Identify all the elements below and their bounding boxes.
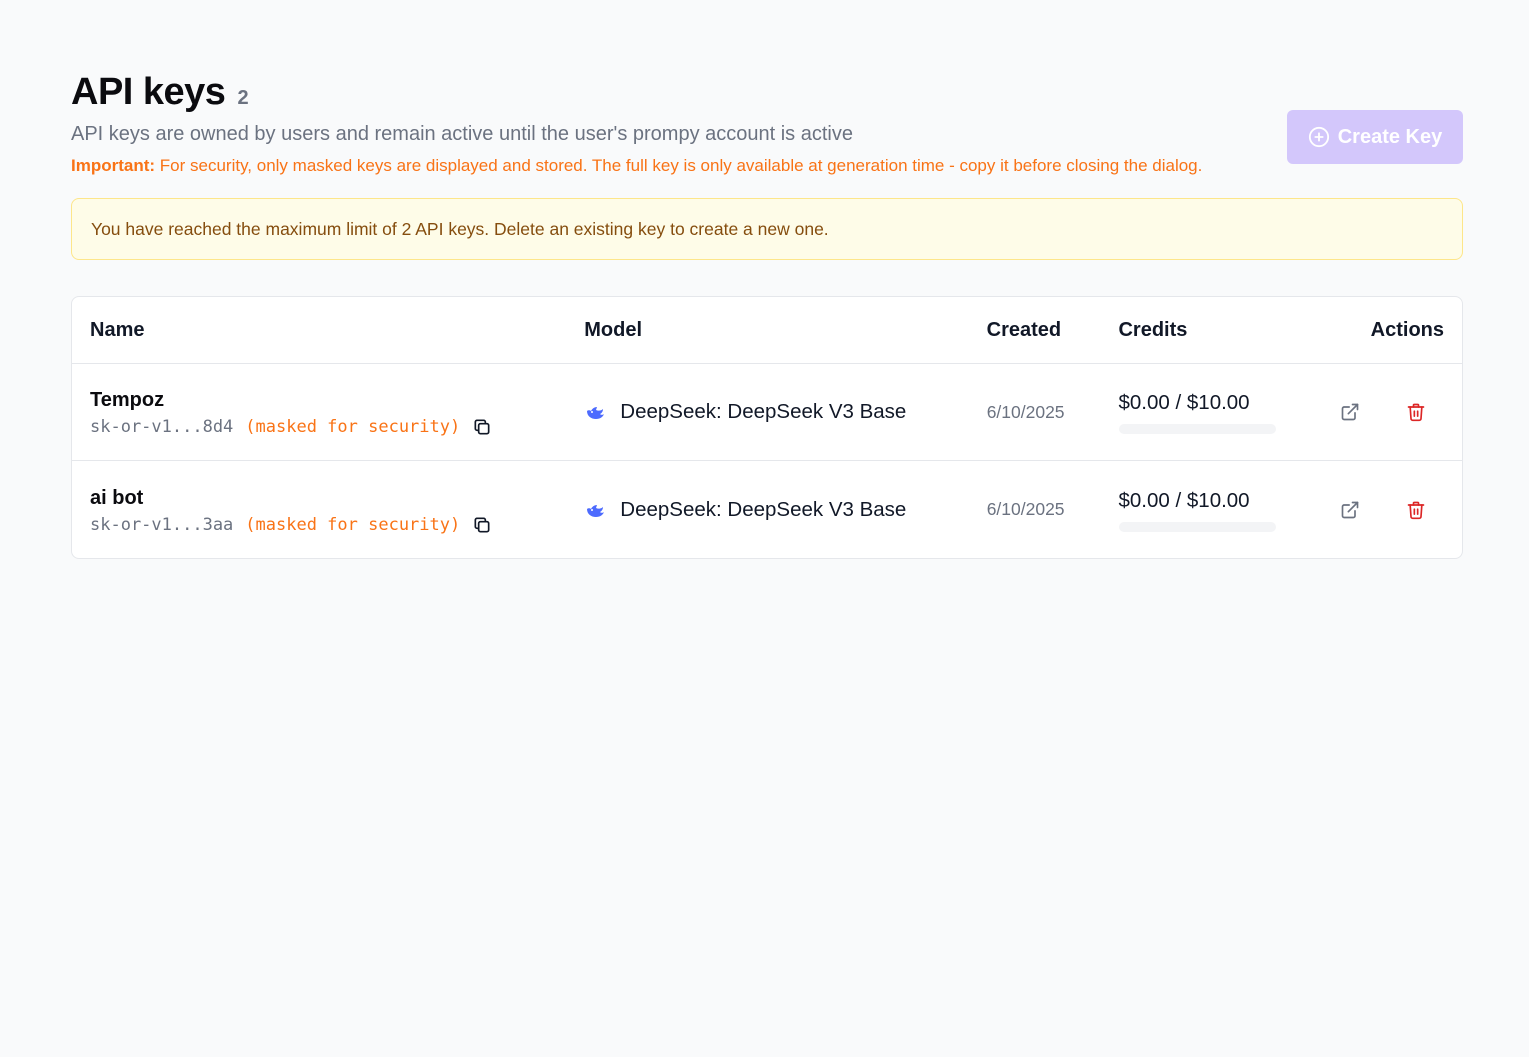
limit-alert-text: You have reached the maximum limit of 2 … (91, 218, 829, 239)
security-notice-text: For security, only masked keys are displ… (155, 156, 1203, 175)
title-row: API keys 2 (71, 70, 1261, 114)
row-actions (1330, 500, 1462, 520)
api-keys-table: Name Model Created Credits Actions Tempo… (71, 296, 1463, 559)
column-header-credits: Credits (1118, 318, 1188, 341)
column-header-model: Model (584, 318, 643, 341)
page-subtitle: API keys are owned by users and remain a… (71, 123, 853, 145)
credits-value: $0.00 / $10.00 (1118, 391, 1250, 414)
page-header: API keys 2 API keys are owned by users a… (71, 70, 1463, 178)
trash-icon[interactable] (1406, 402, 1426, 422)
column-header-name: Name (90, 318, 145, 341)
security-notice: Important: For security, only masked key… (71, 154, 1261, 178)
credits-cell: $0.00 / $10.00 (1118, 488, 1331, 532)
table-row: ai bot sk-or-v1...3aa (masked for securi… (72, 461, 1462, 558)
copy-icon[interactable] (472, 515, 492, 535)
created-cell: 6/10/2025 (987, 402, 1119, 423)
row-actions (1330, 402, 1462, 422)
key-masked-note: (masked for security) (245, 514, 461, 535)
plus-circle-icon (1308, 126, 1330, 148)
created-cell: 6/10/2025 (987, 499, 1119, 520)
credits-progress-bar (1118, 521, 1276, 532)
external-link-icon[interactable] (1340, 402, 1360, 422)
model-label: DeepSeek: DeepSeek V3 Base (584, 498, 986, 522)
key-name: ai bot (90, 486, 144, 509)
key-name-cell: ai bot sk-or-v1...3aa (masked for securi… (72, 485, 584, 535)
key-name: Tempoz (90, 389, 165, 411)
created-date: 6/10/2025 (986, 499, 1065, 519)
api-keys-page: API keys 2 API keys are owned by users a… (71, 70, 1463, 559)
key-count-badge: 2 (237, 87, 249, 109)
model-name: DeepSeek: DeepSeek V3 Base (620, 400, 907, 423)
credits-cell: $0.00 / $10.00 (1118, 390, 1331, 434)
create-key-button[interactable]: Create Key (1287, 110, 1463, 164)
limit-alert: You have reached the maximum limit of 2 … (71, 198, 1463, 260)
key-masked: sk-or-v1...8d4 (90, 417, 234, 437)
credits-progress-bar (1118, 424, 1276, 434)
table-row: Tempoz sk-or-v1...8d4 (masked for securi… (72, 364, 1462, 461)
column-header-actions: Actions (1370, 318, 1444, 341)
actions-cell (1330, 500, 1462, 520)
credits-value: $0.00 / $10.00 (1118, 488, 1250, 512)
key-value: sk-or-v1...3aa (masked for security) (90, 515, 584, 535)
page-title: API keys (71, 71, 226, 113)
copy-icon[interactable] (472, 417, 492, 437)
model-cell: DeepSeek: DeepSeek V3 Base (584, 400, 986, 424)
header-text: API keys 2 API keys are owned by users a… (71, 70, 1261, 178)
key-masked: sk-or-v1...3aa (90, 514, 234, 535)
key-name-cell: Tempoz sk-or-v1...8d4 (masked for securi… (72, 387, 584, 437)
trash-icon[interactable] (1406, 500, 1426, 520)
table-header: Name Model Created Credits Actions (72, 297, 1462, 364)
created-date: 6/10/2025 (986, 401, 1065, 422)
actions-cell (1330, 402, 1462, 422)
security-notice-label: Important: (71, 156, 156, 175)
model-name: DeepSeek: DeepSeek V3 Base (620, 497, 907, 521)
external-link-icon[interactable] (1340, 500, 1360, 520)
column-header-created: Created (986, 318, 1062, 341)
key-masked-note: (masked for security) (245, 417, 461, 437)
model-label: DeepSeek: DeepSeek V3 Base (584, 400, 986, 424)
model-cell: DeepSeek: DeepSeek V3 Base (584, 498, 986, 522)
deepseek-whale-icon (584, 498, 608, 522)
key-value: sk-or-v1...8d4 (masked for security) (90, 417, 584, 437)
deepseek-whale-icon (584, 400, 608, 424)
create-key-label: Create Key (1337, 125, 1443, 148)
